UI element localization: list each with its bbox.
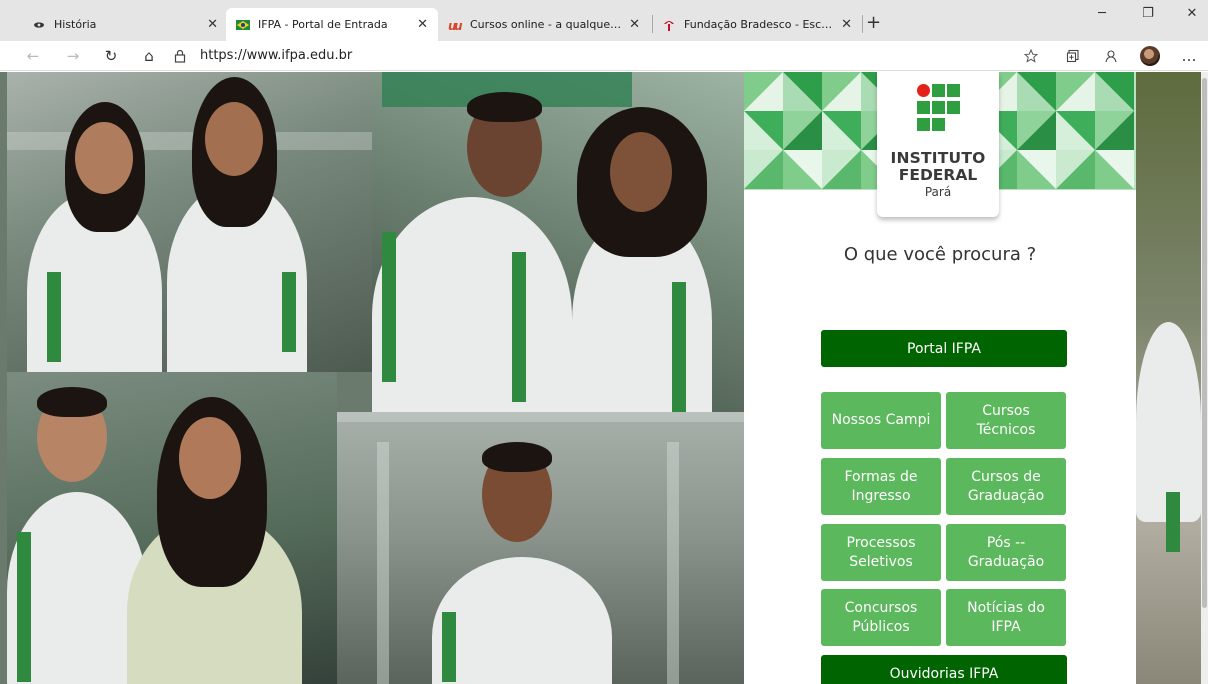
forward-button[interactable]: → — [60, 45, 86, 67]
nossos-campi-button[interactable]: Nossos Campi — [821, 392, 941, 449]
ifpa-logo[interactable]: INSTITUTO FEDERAL Pará — [877, 72, 999, 217]
svg-text:u: u — [454, 19, 462, 31]
processos-seletivos-button[interactable]: Processos Seletivos — [821, 524, 941, 581]
udemy-logo-icon: uu — [448, 18, 462, 32]
browser-toolbar: ← → ↻ ⌂ https://www.ifpa.edu.br … — [0, 41, 1208, 71]
formas-de-ingresso-button[interactable]: Formas de Ingresso — [821, 458, 941, 515]
tab-strip: História ✕ IFPA - Portal de Entrada ✕ uu… — [0, 0, 1208, 41]
tab-cursos-online[interactable]: uu Cursos online - a qualquer hora, ✕ — [438, 8, 650, 41]
photo-students-1 — [7, 72, 372, 372]
pos-graduacao-button[interactable]: Pós -- Graduação — [946, 524, 1066, 581]
tab-label: Cursos online - a qualquer hora, — [470, 18, 623, 31]
page-content: INSTITUTO FEDERAL Pará O que você procur… — [0, 72, 1208, 684]
tab-fundacao-bradesco[interactable]: Fundação Bradesco - Escola Virtu ✕ — [652, 8, 862, 41]
bradesco-logo-icon — [662, 18, 676, 32]
history-icon — [32, 18, 46, 32]
url-input[interactable]: https://www.ifpa.edu.br — [200, 48, 352, 63]
home-button[interactable]: ⌂ — [136, 45, 162, 67]
back-button[interactable]: ← — [20, 45, 46, 67]
read-aloud-icon[interactable] — [1098, 45, 1124, 67]
ouvidorias-ifpa-button[interactable]: Ouvidorias IFPA — [821, 655, 1067, 684]
favorite-star-icon[interactable] — [1018, 45, 1044, 67]
profile-avatar[interactable] — [1140, 46, 1160, 66]
close-icon[interactable]: ✕ — [417, 17, 428, 32]
portal-ifpa-button[interactable]: Portal IFPA — [821, 330, 1067, 367]
lock-icon — [174, 48, 186, 67]
brazil-flag-icon — [236, 18, 250, 32]
photo-students-5 — [1136, 72, 1201, 684]
tab-separator — [862, 15, 863, 33]
tab-label: História — [54, 18, 97, 31]
photo-students-2 — [372, 72, 744, 412]
navigation-panel: INSTITUTO FEDERAL Pará O que você procur… — [744, 72, 1136, 684]
close-icon[interactable]: ✕ — [207, 17, 218, 32]
scrollbar-thumb[interactable] — [1202, 78, 1207, 608]
window-close-button[interactable]: ✕ — [1172, 6, 1208, 21]
photo-students-3 — [7, 372, 337, 684]
concursos-publicos-button[interactable]: Concursos Públicos — [821, 589, 941, 646]
search-prompt-heading: O que você procura ? — [843, 244, 1037, 265]
close-icon[interactable]: ✕ — [841, 17, 852, 32]
logo-text-federal: FEDERAL — [898, 166, 978, 184]
minimize-button[interactable]: ─ — [1082, 6, 1122, 21]
collections-icon[interactable] — [1060, 45, 1086, 67]
tab-label: IFPA - Portal de Entrada — [258, 18, 388, 31]
noticias-do-ifpa-button[interactable]: Notícias do IFPA — [946, 589, 1066, 646]
logo-text-para: Pará — [924, 185, 952, 199]
more-menu-button[interactable]: … — [1176, 45, 1202, 67]
refresh-button[interactable]: ↻ — [98, 45, 124, 67]
maximize-button[interactable]: ❐ — [1128, 6, 1168, 21]
close-icon[interactable]: ✕ — [629, 17, 640, 32]
new-tab-button[interactable]: + — [866, 12, 881, 33]
tab-ifpa-portal[interactable]: IFPA - Portal de Entrada ✕ — [226, 8, 438, 41]
tab-historia[interactable]: História ✕ — [22, 8, 228, 41]
tab-label: Fundação Bradesco - Escola Virtu — [684, 18, 836, 31]
cursos-tecnicos-button[interactable]: Cursos Técnicos — [946, 392, 1066, 449]
photo-students-4 — [337, 412, 744, 684]
logo-text-instituto: INSTITUTO — [890, 149, 986, 167]
cursos-de-graduacao-button[interactable]: Cursos de Graduação — [946, 458, 1066, 515]
ifpa-logo-mark — [917, 84, 960, 131]
